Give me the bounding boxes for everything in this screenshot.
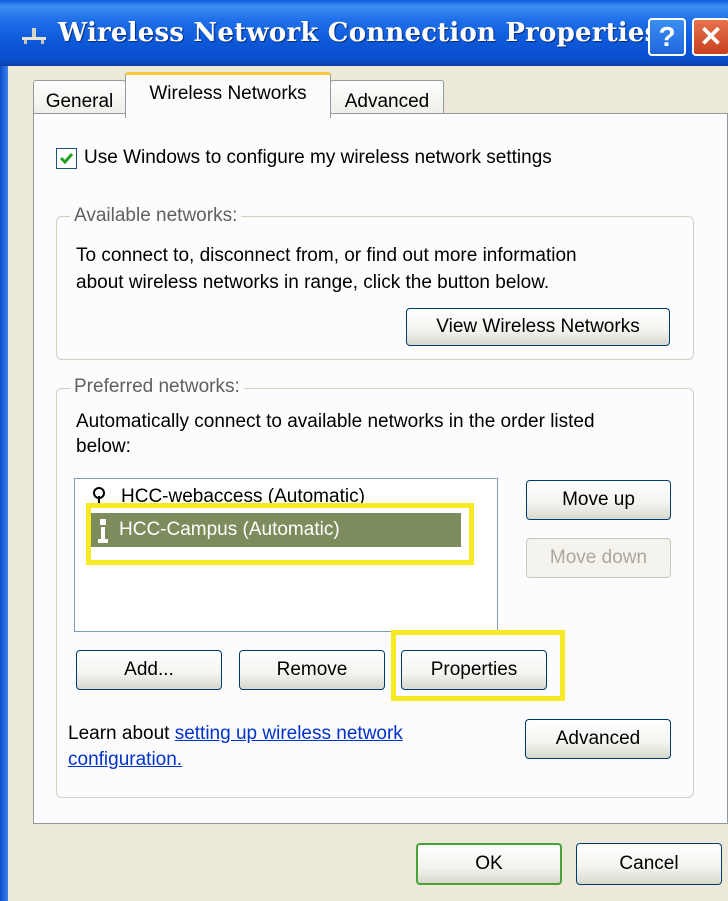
learn-about-text-line-2: configuration. (68, 748, 182, 772)
available-text-line-1: To connect to, disconnect from, or find … (76, 245, 577, 266)
setup-help-link-continued[interactable]: configuration. (68, 749, 182, 770)
close-button[interactable]: ✕ (692, 18, 728, 56)
available-text-line-2: about wireless networks in range, click … (76, 272, 550, 293)
learn-about-text: Learn about setting up wireless network (68, 722, 403, 746)
window-title: Wireless Network Connection Properties (58, 18, 660, 48)
network-connection-icon (22, 28, 46, 44)
view-wireless-networks-button[interactable]: View Wireless Networks (406, 308, 670, 346)
preferred-networks-legend: Preferred networks: (70, 376, 244, 398)
window-frame-left (0, 66, 8, 901)
properties-dialog: Wireless Network Connection Properties ?… (0, 0, 728, 901)
move-down-button[interactable]: Move down (526, 538, 671, 578)
learn-about-prefix: Learn about (68, 723, 175, 744)
available-networks-legend: Available networks: (70, 205, 242, 227)
configure-wireless-checkbox[interactable] (56, 148, 77, 169)
advanced-button[interactable]: Advanced (525, 719, 671, 759)
tab-wireless-networks[interactable]: Wireless Networks (125, 72, 331, 118)
checkmark-icon (59, 153, 74, 165)
cancel-button[interactable]: Cancel (576, 843, 722, 885)
add-button[interactable]: Add... (76, 650, 222, 690)
configure-wireless-label[interactable]: Use Windows to configure my wireless net… (84, 147, 552, 169)
help-button[interactable]: ? (648, 18, 686, 56)
preferred-text-line-2: below: (76, 436, 131, 457)
ok-button[interactable]: OK (416, 843, 562, 885)
remove-button[interactable]: Remove (239, 650, 385, 690)
move-up-button[interactable]: Move up (526, 480, 671, 520)
highlight-box-properties (391, 630, 565, 701)
highlight-box-network (86, 503, 474, 565)
setup-help-link[interactable]: setting up wireless network (175, 723, 403, 744)
title-bar[interactable]: Wireless Network Connection Properties ?… (0, 0, 728, 66)
preferred-text-line-1: Automatically connect to available netwo… (76, 411, 595, 432)
